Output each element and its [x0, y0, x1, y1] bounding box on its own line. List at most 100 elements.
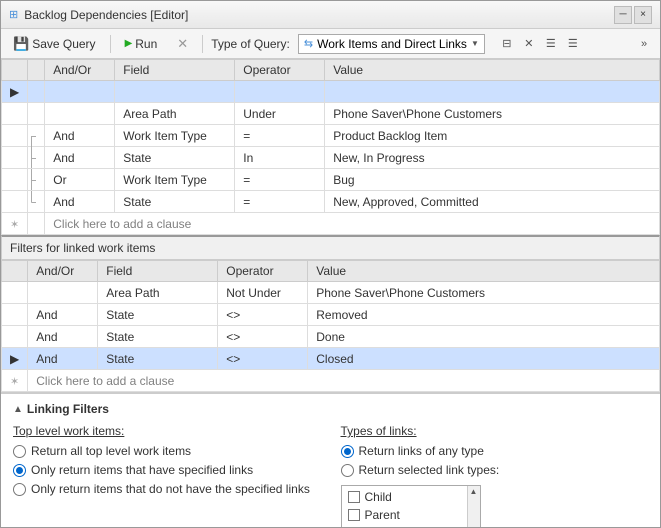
- list-item[interactable]: Child: [344, 488, 466, 506]
- child-checkbox[interactable]: [348, 491, 360, 503]
- row-value[interactable]: Phone Saver\Phone Customers: [325, 103, 660, 125]
- row-field[interactable]: State: [115, 191, 235, 213]
- more-options-icon[interactable]: »: [634, 34, 654, 54]
- link-type-radios: Return links of any type Return selected…: [341, 444, 649, 477]
- table-row[interactable]: And State <> Removed: [2, 304, 660, 326]
- lrow-value[interactable]: Phone Saver\Phone Customers: [308, 282, 660, 304]
- row-operator[interactable]: =: [235, 169, 325, 191]
- link-types-listbox[interactable]: Child Parent ▲ ▼: [341, 485, 481, 527]
- row-field[interactable]: Area Path: [115, 103, 235, 125]
- lrow-field[interactable]: State: [98, 304, 218, 326]
- collapse-arrow-icon[interactable]: ▲: [13, 404, 23, 415]
- run-button[interactable]: ▶ Run: [119, 34, 164, 54]
- lrow-operator[interactable]: <>: [218, 348, 308, 370]
- linked-add-clause-row[interactable]: ✶ Click here to add a clause: [2, 370, 660, 392]
- row-andor[interactable]: And: [45, 147, 115, 169]
- row-value[interactable]: New, Approved, Committed: [325, 191, 660, 213]
- row-andor[interactable]: Or: [45, 169, 115, 191]
- lrow-andor[interactable]: [28, 282, 98, 304]
- pin-button[interactable]: ─: [614, 6, 632, 24]
- title-bar-buttons: ─ ×: [614, 6, 652, 24]
- layout-icon-4[interactable]: ☰: [563, 34, 583, 54]
- table-row[interactable]: And State <> Done: [2, 326, 660, 348]
- save-label: Save Query: [32, 37, 95, 51]
- parent-checkbox[interactable]: [348, 509, 360, 521]
- radio-all-items[interactable]: Return all top level work items: [13, 444, 321, 458]
- table-row[interactable]: ▶ And State <> Closed: [2, 348, 660, 370]
- row-operator[interactable]: In: [235, 147, 325, 169]
- table-row[interactable]: And State = New, Approved, Committed: [2, 191, 660, 213]
- radio-have-links[interactable]: Only return items that have specified li…: [13, 463, 321, 477]
- row-operator[interactable]: [235, 81, 325, 103]
- lrow-operator[interactable]: <>: [218, 304, 308, 326]
- add-clause-icon: ✶: [10, 219, 19, 231]
- table-row[interactable]: And Work Item Type = Product Backlog Ite…: [2, 125, 660, 147]
- row-arrow: [2, 191, 28, 213]
- row-value[interactable]: [325, 81, 660, 103]
- lrow-field[interactable]: State: [98, 348, 218, 370]
- table-row[interactable]: And State In New, In Progress: [2, 147, 660, 169]
- row-andor[interactable]: [45, 103, 115, 125]
- th-andor: And/Or: [45, 60, 115, 81]
- lrow-field[interactable]: State: [98, 326, 218, 348]
- lrow-value[interactable]: Done: [308, 326, 660, 348]
- row-field[interactable]: Work Item Type: [115, 169, 235, 191]
- linking-filters-section: ▲ Linking Filters Top level work items: …: [1, 392, 660, 527]
- row-value[interactable]: New, In Progress: [325, 147, 660, 169]
- lrow-andor[interactable]: And: [28, 326, 98, 348]
- save-icon: 💾: [13, 36, 29, 52]
- table-row[interactable]: Area Path Not Under Phone Saver\Phone Cu…: [2, 282, 660, 304]
- radio-selected-types[interactable]: Return selected link types:: [341, 463, 649, 477]
- lrow-andor[interactable]: And: [28, 348, 98, 370]
- row-field[interactable]: Work Item Type: [115, 125, 235, 147]
- row-field[interactable]: [115, 81, 235, 103]
- row-operator[interactable]: Under: [235, 103, 325, 125]
- layout-icon-2[interactable]: ✕: [519, 34, 539, 54]
- lrow-operator[interactable]: Not Under: [218, 282, 308, 304]
- lrow-field[interactable]: Area Path: [98, 282, 218, 304]
- add-clause-bracket: [28, 213, 45, 235]
- linked-add-clause-arrow: ✶: [2, 370, 28, 392]
- top-header-row: And/Or Field Operator Value: [2, 60, 660, 81]
- linking-right: Types of links: Return links of any type…: [341, 424, 649, 527]
- radio-all-items-circle: [13, 445, 26, 458]
- layout-icon-1[interactable]: ⊟: [497, 34, 517, 54]
- row-andor[interactable]: [45, 81, 115, 103]
- title-bar: ⊞ Backlog Dependencies [Editor] ─ ×: [1, 1, 660, 29]
- link-types-container: Child Parent ▲ ▼: [341, 481, 649, 527]
- lrow-value[interactable]: Removed: [308, 304, 660, 326]
- close-button[interactable]: ×: [634, 6, 652, 24]
- save-query-button[interactable]: 💾 Save Query: [7, 33, 102, 55]
- lrow-arrow: ▶: [2, 348, 28, 370]
- types-of-links-title: Types of links:: [341, 424, 649, 438]
- row-arrow: [2, 169, 28, 191]
- radio-any-type[interactable]: Return links of any type: [341, 444, 649, 458]
- table-row[interactable]: Area Path Under Phone Saver\Phone Custom…: [2, 103, 660, 125]
- add-clause-row[interactable]: ✶ Click here to add a clause: [2, 213, 660, 235]
- lrow-value[interactable]: Closed: [308, 348, 660, 370]
- radio-no-links[interactable]: Only return items that do not have the s…: [13, 482, 321, 496]
- row-field[interactable]: State: [115, 147, 235, 169]
- scroll-up-icon[interactable]: ▲: [470, 487, 478, 496]
- layout-icon-3[interactable]: ☰: [541, 34, 561, 54]
- row-andor[interactable]: And: [45, 191, 115, 213]
- table-row[interactable]: ▶: [2, 81, 660, 103]
- row-value[interactable]: Product Backlog Item: [325, 125, 660, 147]
- table-row[interactable]: Or Work Item Type = Bug: [2, 169, 660, 191]
- lrow-andor[interactable]: And: [28, 304, 98, 326]
- list-item[interactable]: Parent: [344, 506, 466, 524]
- row-value[interactable]: Bug: [325, 169, 660, 191]
- listbox-scrollbar[interactable]: ▲ ▼: [467, 486, 480, 527]
- radio-all-items-label: Return all top level work items: [31, 444, 191, 458]
- scroll-down-icon[interactable]: ▼: [470, 526, 478, 527]
- row-andor[interactable]: And: [45, 125, 115, 147]
- row-operator[interactable]: =: [235, 125, 325, 147]
- row-operator[interactable]: =: [235, 191, 325, 213]
- query-type-dropdown[interactable]: ⇆ Work Items and Direct Links ▼: [298, 34, 485, 54]
- add-clause-text[interactable]: Click here to add a clause: [45, 213, 660, 235]
- cancel-button[interactable]: ✕: [171, 33, 194, 55]
- linked-add-clause-icon: ✶: [10, 376, 19, 388]
- linking-left: Top level work items: Return all top lev…: [13, 424, 321, 527]
- lrow-operator[interactable]: <>: [218, 326, 308, 348]
- linked-add-clause-text[interactable]: Click here to add a clause: [28, 370, 660, 392]
